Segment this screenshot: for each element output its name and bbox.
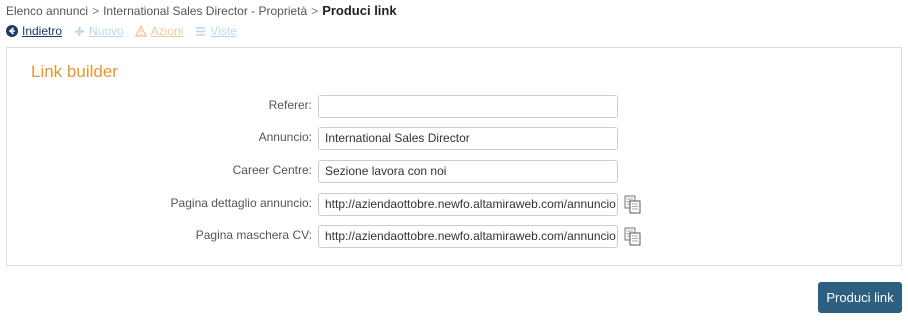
detail-page-url-input[interactable]: http://aziendaottobre.newfo.altamiraweb.… — [318, 193, 618, 216]
career-centre-label: Career Centre: — [232, 163, 312, 177]
career-centre-input[interactable]: Sezione lavora con noi — [318, 160, 618, 183]
cv-page-url-input[interactable]: http://aziendaottobre.newfo.altamiraweb.… — [318, 225, 618, 248]
toolbar: Indietro Nuovo Azioni Viste — [6, 24, 248, 38]
detail-page-label: Pagina dettaglio annuncio: — [170, 196, 312, 210]
actions-button[interactable]: Azioni — [134, 24, 184, 38]
breadcrumb-separator: > — [311, 4, 319, 18]
breadcrumb-separator: > — [92, 4, 100, 18]
referer-label: Referer: — [268, 98, 312, 112]
views-label: Viste — [210, 24, 237, 38]
breadcrumb: Elenco annunci > International Sales Direc… — [6, 3, 397, 18]
annuncio-input[interactable]: International Sales Director — [318, 127, 618, 150]
warning-icon — [134, 25, 147, 37]
cv-page-label: Pagina maschera CV: — [195, 228, 312, 242]
copy-icon[interactable] — [624, 227, 642, 247]
link-builder-panel: Link builder Referer: Annuncio: Internat… — [6, 47, 902, 266]
breadcrumb-item-property[interactable]: International Sales Director - Proprietà — [103, 4, 307, 18]
list-icon — [194, 25, 206, 37]
views-button[interactable]: Viste — [194, 24, 237, 38]
produce-link-button[interactable]: Produci link — [818, 282, 902, 313]
new-label: Nuovo — [89, 24, 124, 38]
actions-label: Azioni — [150, 24, 184, 38]
plus-icon — [73, 25, 85, 37]
breadcrumb-item-list[interactable]: Elenco annunci — [6, 4, 88, 18]
referer-row: Referer: — [7, 95, 901, 119]
detail-page-row: Pagina dettaglio annuncio: http://aziend… — [7, 193, 901, 217]
career-centre-row: Career Centre: Sezione lavora con noi — [7, 160, 901, 184]
back-button[interactable]: Indietro — [6, 24, 62, 38]
new-button[interactable]: Nuovo — [73, 24, 124, 38]
annuncio-row: Annuncio: International Sales Director — [7, 127, 901, 151]
copy-icon[interactable] — [624, 195, 642, 215]
referer-input[interactable] — [318, 95, 618, 118]
cv-page-row: Pagina maschera CV: http://aziendaottobr… — [7, 225, 901, 249]
page-title: Produci link — [322, 3, 397, 18]
panel-title: Link builder — [31, 62, 118, 81]
arrow-left-circle-icon — [6, 25, 18, 37]
annuncio-label: Annuncio: — [258, 130, 312, 144]
back-label: Indietro — [22, 24, 63, 38]
